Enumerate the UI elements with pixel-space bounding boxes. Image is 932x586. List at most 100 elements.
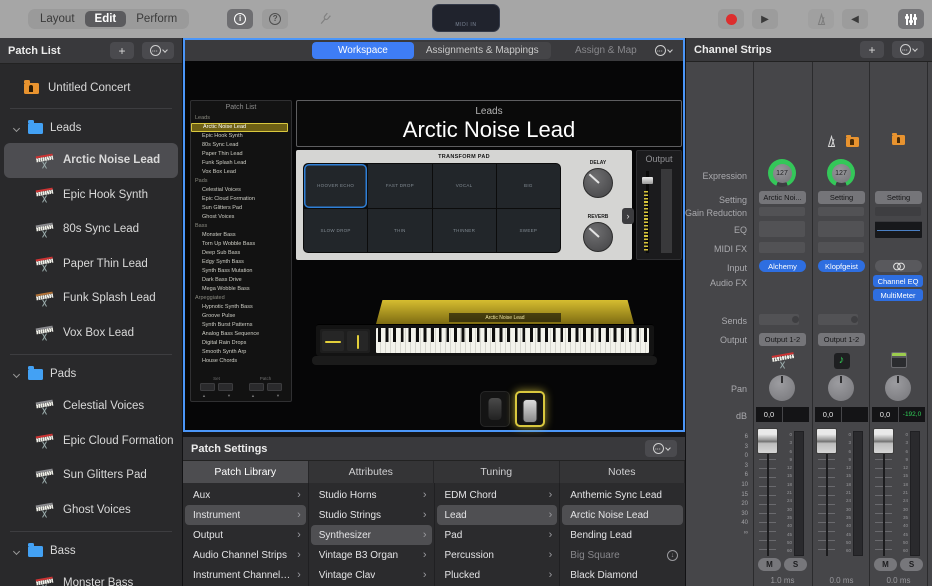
gain-reduction-slot[interactable] xyxy=(759,207,805,216)
patch-display[interactable] xyxy=(267,383,282,391)
chevron-down-icon[interactable] xyxy=(13,124,20,131)
library-item-plucked[interactable]: Plucked› xyxy=(435,565,560,585)
mini-item[interactable]: Synth Burst Patterns xyxy=(191,321,291,330)
sidebar-patch-arctic-noise-lead[interactable]: Arctic Noise Lead xyxy=(4,143,178,178)
sidebar-folder-leads[interactable]: Leads xyxy=(0,113,182,143)
settings-folder-icon[interactable] xyxy=(846,137,859,147)
mini-item[interactable]: House Chords xyxy=(191,357,291,366)
next-pad-page-button[interactable]: › xyxy=(622,208,634,224)
metronome-button[interactable] xyxy=(808,9,834,29)
eq-slot[interactable] xyxy=(818,221,864,237)
mini-item[interactable]: 80s Sync Lead xyxy=(191,141,291,150)
mini-item[interactable]: Epic Cloud Formation xyxy=(191,195,291,204)
pad-fast-drop[interactable]: FAST DROP xyxy=(368,164,431,208)
mini-item-selected[interactable]: Arctic Noise Lead xyxy=(191,123,288,132)
mute-button[interactable]: M xyxy=(758,558,781,571)
mini-item[interactable]: Digital Rain Drops xyxy=(191,339,291,348)
mini-item[interactable]: Smooth Synth Arp xyxy=(191,348,291,357)
eq-display[interactable] xyxy=(875,221,922,238)
peak-db-value[interactable] xyxy=(783,407,809,422)
volume-fader[interactable] xyxy=(757,428,778,454)
download-icon[interactable]: ↓ xyxy=(667,550,678,561)
setting-button[interactable]: Setting xyxy=(818,191,865,204)
channel-strips-action-menu[interactable]: ••• xyxy=(892,41,924,58)
sidebar-patch-epic-hook-synth[interactable]: Epic Hook Synth xyxy=(0,178,182,213)
mini-item[interactable]: Deep Sub Bass xyxy=(191,249,291,258)
add-channel-strip-button[interactable]: + xyxy=(860,41,884,58)
pan-knob[interactable] xyxy=(885,375,911,401)
record-button[interactable] xyxy=(718,9,744,29)
output-routing-button[interactable]: Output 1-2 xyxy=(759,333,806,346)
tab-assignments-mappings[interactable]: Assignments & Mappings xyxy=(414,42,551,59)
patch-list-action-menu[interactable]: ••• xyxy=(142,42,174,59)
output-fader[interactable] xyxy=(642,177,653,184)
peak-db-value[interactable]: -192,0 xyxy=(899,407,925,422)
mini-item[interactable]: Torn Up Wobble Bass xyxy=(191,240,291,249)
library-item-arctic-noise-lead[interactable]: Arctic Noise Lead xyxy=(562,505,683,525)
pad-hoover-echo[interactable]: HOOVER ECHO xyxy=(304,164,367,208)
send-slot[interactable] xyxy=(759,314,799,325)
audio-fx-multimeter[interactable]: MultiMeter xyxy=(873,289,923,301)
patch-display[interactable] xyxy=(249,383,264,391)
pad-vocal[interactable]: VOCAL xyxy=(433,164,496,208)
mini-item[interactable]: Synth Bass Mutation xyxy=(191,267,291,276)
library-item-bending-lead[interactable]: Bending Lead xyxy=(560,525,685,545)
mini-item[interactable]: Groove Pulse xyxy=(191,312,291,321)
volume-fader[interactable] xyxy=(873,428,894,454)
inspector-info-button[interactable]: i xyxy=(227,9,253,29)
tab-tuning[interactable]: Tuning xyxy=(434,461,560,483)
library-item-percussion[interactable]: Percussion› xyxy=(435,545,560,565)
sidebar-folder-pads[interactable]: Pads xyxy=(0,359,182,389)
expression-pedal[interactable] xyxy=(480,391,510,427)
library-item-instrument-channel[interactable]: Instrument Channel…› xyxy=(183,565,308,585)
patch-settings-action-menu[interactable]: ••• xyxy=(645,440,677,457)
mini-item[interactable]: Analog Bass Sequence xyxy=(191,330,291,339)
tab-patch-library[interactable]: Patch Library xyxy=(183,461,309,483)
pad-slow-drop[interactable]: SLOW DROP xyxy=(304,209,367,253)
library-item-aux[interactable]: Aux› xyxy=(183,485,308,505)
tab-notes[interactable]: Notes xyxy=(560,461,686,483)
sidebar-item-concert[interactable]: Untitled Concert xyxy=(0,72,182,104)
patch-up-button[interactable]: ▲ xyxy=(251,393,255,398)
sidebar-patch-celestial-voices[interactable]: Celestial Voices xyxy=(0,389,182,424)
assign-map-button[interactable]: Assign & Map xyxy=(575,45,637,56)
sustain-pedal-active[interactable] xyxy=(515,391,545,427)
audio-fx-channel-eq[interactable]: Channel EQ xyxy=(873,275,923,287)
settings-folder-icon[interactable] xyxy=(892,135,905,145)
pan-knob[interactable] xyxy=(828,375,854,401)
midi-fx-slot[interactable] xyxy=(818,242,864,253)
setting-button[interactable]: Arctic Noi... xyxy=(759,191,806,204)
edit-mode-button[interactable]: Edit xyxy=(85,11,127,27)
set-up-button[interactable]: ▲ xyxy=(202,393,206,398)
library-item-vintage-clav[interactable]: Vintage Clav› xyxy=(309,565,434,585)
add-patch-button[interactable]: + xyxy=(110,42,134,59)
delay-knob[interactable] xyxy=(583,168,613,198)
input-plugin-klopfgeist[interactable]: Klopfgeist xyxy=(818,260,865,272)
mini-item[interactable]: Sun Glitters Pad xyxy=(191,204,291,213)
channel-strips-toggle-button[interactable] xyxy=(898,9,924,29)
mini-item[interactable]: Paper Thin Lead xyxy=(191,150,291,159)
mini-item[interactable]: Dark Bass Drive xyxy=(191,276,291,285)
solo-button[interactable]: S xyxy=(900,558,923,571)
volume-db-value[interactable]: 0,0 xyxy=(872,407,898,422)
patch-down-button[interactable]: ▼ xyxy=(276,393,280,398)
tab-attributes[interactable]: Attributes xyxy=(309,461,435,483)
layout-mode-button[interactable]: Layout xyxy=(30,11,85,27)
library-item-big-square[interactable]: Big Square↓ xyxy=(560,545,685,565)
eq-slot[interactable] xyxy=(759,221,805,237)
set-display[interactable] xyxy=(218,383,233,391)
chevron-down-icon[interactable] xyxy=(13,547,20,554)
sidebar-patch-epic-cloud-formation[interactable]: Epic Cloud Formation xyxy=(0,424,182,459)
library-item-audio-channel-strips[interactable]: Audio Channel Strips› xyxy=(183,545,308,565)
expression-knob[interactable]: 127 xyxy=(768,159,796,187)
mini-item[interactable]: Celestial Voices xyxy=(191,186,291,195)
pitch-wheel[interactable] xyxy=(322,331,344,351)
pad-thinner[interactable]: THINNER xyxy=(433,209,496,253)
sidebar-patch-vox-box-lead[interactable]: Vox Box Lead xyxy=(0,316,182,351)
library-item-studio-horns[interactable]: Studio Horns› xyxy=(309,485,434,505)
mini-item[interactable]: Vox Box Lead xyxy=(191,168,291,177)
volume-db-value[interactable]: 0,0 xyxy=(756,407,782,422)
library-item-output[interactable]: Output› xyxy=(183,525,308,545)
mini-item[interactable]: Ghost Voices xyxy=(191,213,291,222)
setting-button[interactable]: Setting xyxy=(875,191,922,204)
